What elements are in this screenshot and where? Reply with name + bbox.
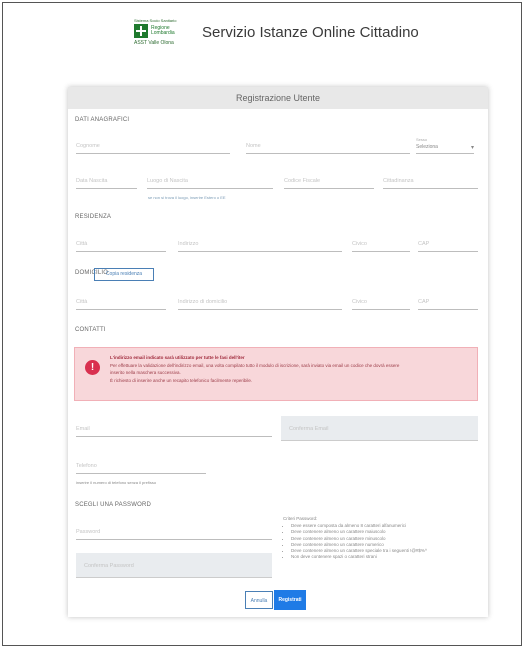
logo-name-2: Lombardia bbox=[151, 30, 175, 36]
email-placeholder: Email bbox=[76, 426, 90, 432]
email-info-alert: ! L'indirizzo email indicato sarà utiliz… bbox=[74, 347, 478, 401]
conferma-password-input[interactable]: Conferma Password bbox=[76, 553, 272, 578]
copia-residenza-button[interactable]: Copia residenza bbox=[94, 268, 154, 281]
domicilio-cap-placeholder: CAP bbox=[418, 299, 430, 305]
section-title-residenza: RESIDENZA bbox=[75, 214, 112, 220]
chevron-down-icon: ▾ bbox=[470, 145, 474, 151]
logo-top-text: Sistema Socio Sanitario bbox=[134, 18, 177, 23]
residenza-indirizzo-input[interactable]: Indirizzo bbox=[178, 238, 342, 252]
domicilio-indirizzo-input[interactable]: Indirizzo di domicilio bbox=[178, 296, 342, 310]
sesso-label: Sesso bbox=[416, 137, 428, 142]
luogo-nascita-hint: se non si trova il luogo, inserire Ester… bbox=[148, 195, 226, 200]
residenza-civico-input[interactable]: Civico bbox=[352, 238, 410, 252]
password-rules-title: Criteri Password: bbox=[283, 516, 318, 521]
alert-line-1: L'indirizzo email indicato sarà utilizza… bbox=[110, 355, 245, 360]
nome-placeholder: Nome bbox=[246, 143, 261, 149]
regione-lombardia-cross-icon bbox=[134, 24, 148, 38]
section-title-password: SCEGLI UNA PASSWORD bbox=[75, 502, 152, 508]
password-placeholder: Password bbox=[76, 529, 101, 535]
conferma-email-placeholder: Conferma Email bbox=[289, 426, 329, 432]
registrati-button[interactable]: Registrati bbox=[274, 590, 306, 610]
luogo-nascita-placeholder: Luogo di Nascita bbox=[147, 178, 188, 184]
telefono-placeholder: Telefono bbox=[76, 463, 97, 469]
cittadinanza-input[interactable]: Cittadinanza bbox=[383, 175, 478, 189]
codice-fiscale-input[interactable]: Codice Fiscale bbox=[284, 175, 374, 189]
email-input[interactable]: Email bbox=[76, 423, 272, 437]
app-title: Servizio Istanze Online Cittadino bbox=[202, 23, 419, 41]
cognome-placeholder: Cognome bbox=[76, 143, 100, 149]
alert-line-4: È richiesto di inserire anche un recapit… bbox=[110, 378, 253, 383]
domicilio-cap-input[interactable]: CAP bbox=[418, 296, 478, 310]
password-rule: Non deve contenere spazi o caratteri str… bbox=[291, 554, 427, 560]
conferma-password-placeholder: Conferma Password bbox=[84, 563, 134, 569]
domicilio-citta-input[interactable]: Città bbox=[76, 296, 166, 310]
residenza-indirizzo-placeholder: Indirizzo bbox=[178, 241, 199, 247]
password-input[interactable]: Password bbox=[76, 526, 272, 540]
domicilio-civico-input[interactable]: Civico bbox=[352, 296, 410, 310]
codice-fiscale-placeholder: Codice Fiscale bbox=[284, 178, 321, 184]
residenza-citta-placeholder: Città bbox=[76, 241, 88, 247]
conferma-email-input[interactable]: Conferma Email bbox=[281, 416, 478, 441]
cittadinanza-placeholder: Cittadinanza bbox=[383, 178, 414, 184]
domicilio-indirizzo-placeholder: Indirizzo di domicilio bbox=[178, 299, 228, 305]
domicilio-civico-placeholder: Civico bbox=[352, 299, 367, 305]
data-nascita-input[interactable]: Data Nascita bbox=[76, 175, 137, 189]
password-rules: Criteri Password: Deve essere composta d… bbox=[283, 516, 427, 561]
section-title-anagrafici: DATI ANAGRAFICI bbox=[75, 117, 130, 123]
nome-input[interactable]: Nome bbox=[246, 140, 410, 154]
header: Sistema Socio Sanitario Regione Lombardi… bbox=[134, 18, 419, 46]
regione-lombardia-logo: Sistema Socio Sanitario Regione Lombardi… bbox=[134, 18, 194, 46]
telefono-hint: inserire il numero di telefono senza il … bbox=[76, 480, 157, 485]
sesso-value: Seleziona bbox=[416, 144, 438, 150]
luogo-nascita-input[interactable]: Luogo di Nascita bbox=[147, 175, 273, 189]
alert-line-3: inserito nella maschera successiva. bbox=[110, 370, 181, 375]
annulla-button[interactable]: Annulla bbox=[245, 591, 273, 609]
alert-line-2: Per effettuare la validazione dell'indir… bbox=[110, 363, 400, 368]
cognome-input[interactable]: Cognome bbox=[76, 140, 230, 154]
form-title: Registrazione Utente bbox=[68, 87, 488, 109]
sesso-select[interactable]: Sesso Seleziona ▾ bbox=[416, 137, 474, 154]
telefono-input[interactable]: Telefono bbox=[76, 460, 206, 474]
residenza-civico-placeholder: Civico bbox=[352, 241, 367, 247]
data-nascita-placeholder: Data Nascita bbox=[76, 178, 108, 184]
residenza-cap-placeholder: CAP bbox=[418, 241, 430, 247]
residenza-cap-input[interactable]: CAP bbox=[418, 238, 478, 252]
logo-bottom-text: ASST Valle Olona bbox=[134, 40, 174, 46]
section-title-contatti: CONTATTI bbox=[75, 327, 106, 333]
residenza-citta-input[interactable]: Città bbox=[76, 238, 166, 252]
domicilio-citta-placeholder: Città bbox=[76, 299, 88, 305]
exclamation-icon: ! bbox=[85, 360, 100, 375]
